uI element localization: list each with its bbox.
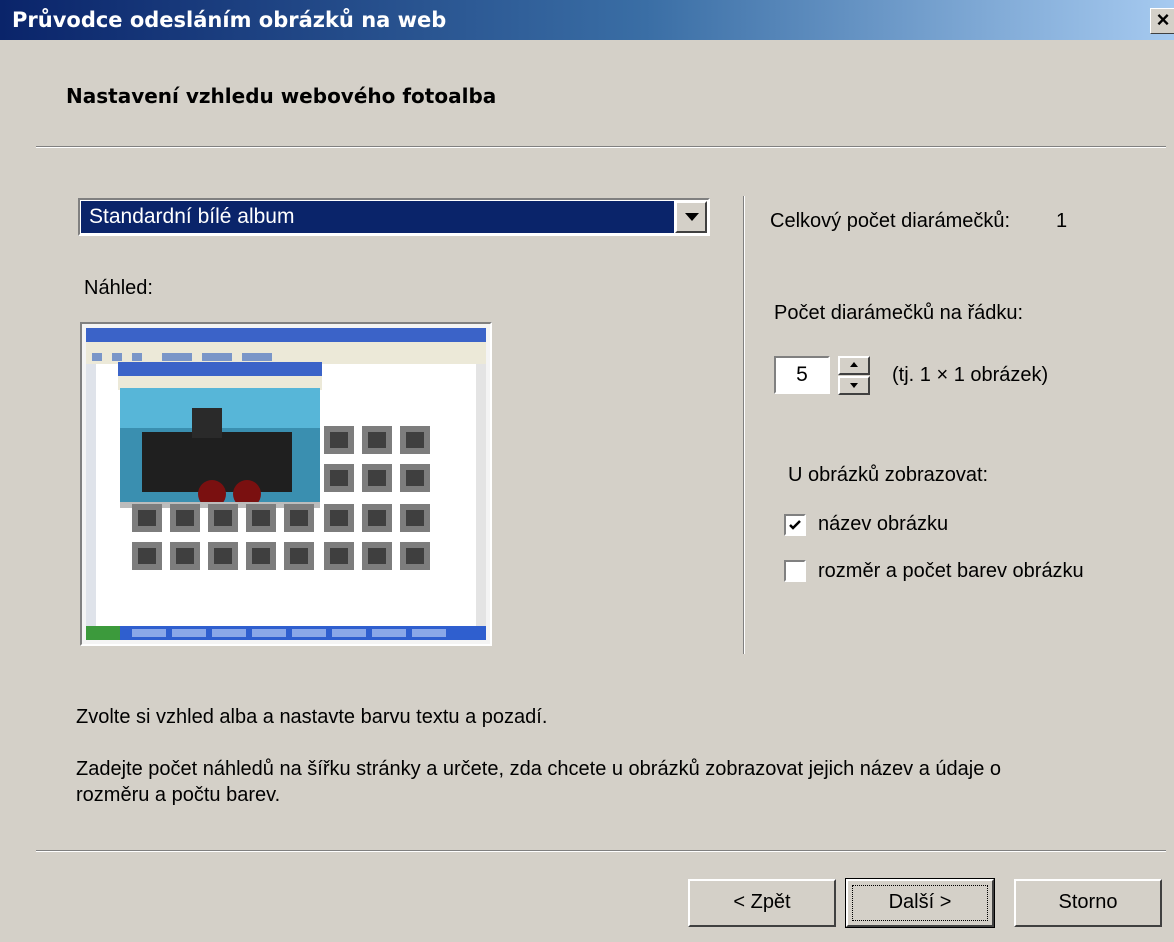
chevron-down-icon <box>685 213 699 221</box>
spin-down-button[interactable] <box>838 376 870 395</box>
focus-rect <box>852 885 988 921</box>
frames-per-row-input[interactable]: 5 <box>774 356 830 394</box>
frames-per-row-label: Počet diarámečků na řádku: <box>774 302 1024 324</box>
display-options-label: U obrázků zobrazovat: <box>788 464 989 486</box>
next-button[interactable]: Další > <box>845 878 995 928</box>
preview-image <box>80 322 492 646</box>
arrow-up-icon <box>850 362 858 367</box>
checkmark-icon <box>789 520 801 530</box>
show-name-label[interactable]: název obrázku <box>818 513 948 536</box>
info-line-2a: Zadejte počet náhledů na šířku stránky a… <box>76 758 1001 780</box>
total-frames-label: Celkový počet diarámečků: <box>770 210 1011 232</box>
frames-per-row-hint: (tj. 1 × 1 obrázek) <box>892 364 1049 386</box>
back-button[interactable]: < Zpět <box>688 879 836 927</box>
total-frames-value: 1 <box>1056 210 1068 232</box>
window-title: Průvodce odesláním obrázků na web <box>12 8 447 32</box>
preview-label: Náhled: <box>84 277 153 299</box>
title-bar: Průvodce odesláním obrázků na web × <box>0 0 1174 40</box>
footer-divider <box>36 850 1166 852</box>
arrow-down-icon <box>850 383 858 388</box>
cancel-button[interactable]: Storno <box>1014 879 1162 927</box>
spin-up-button[interactable] <box>838 356 870 375</box>
header-divider <box>36 146 1166 148</box>
info-line-1: Zvolte si vzhled alba a nastavte barvu t… <box>76 706 548 728</box>
close-button[interactable]: × <box>1150 8 1174 34</box>
show-size-colors-checkbox[interactable] <box>784 560 806 582</box>
album-style-value: Standardní bílé album <box>81 201 674 233</box>
column-divider <box>743 196 745 654</box>
album-style-select[interactable]: Standardní bílé album <box>78 198 710 236</box>
info-line-2b: rozměru a počtu barev. <box>76 784 281 806</box>
album-preview-thumbnail <box>82 324 490 644</box>
dropdown-button[interactable] <box>675 201 707 233</box>
show-name-checkbox[interactable] <box>784 514 806 536</box>
page-title: Nastavení vzhledu webového fotoalba <box>66 84 497 108</box>
show-size-colors-label[interactable]: rozměr a počet barev obrázku <box>818 560 1084 583</box>
